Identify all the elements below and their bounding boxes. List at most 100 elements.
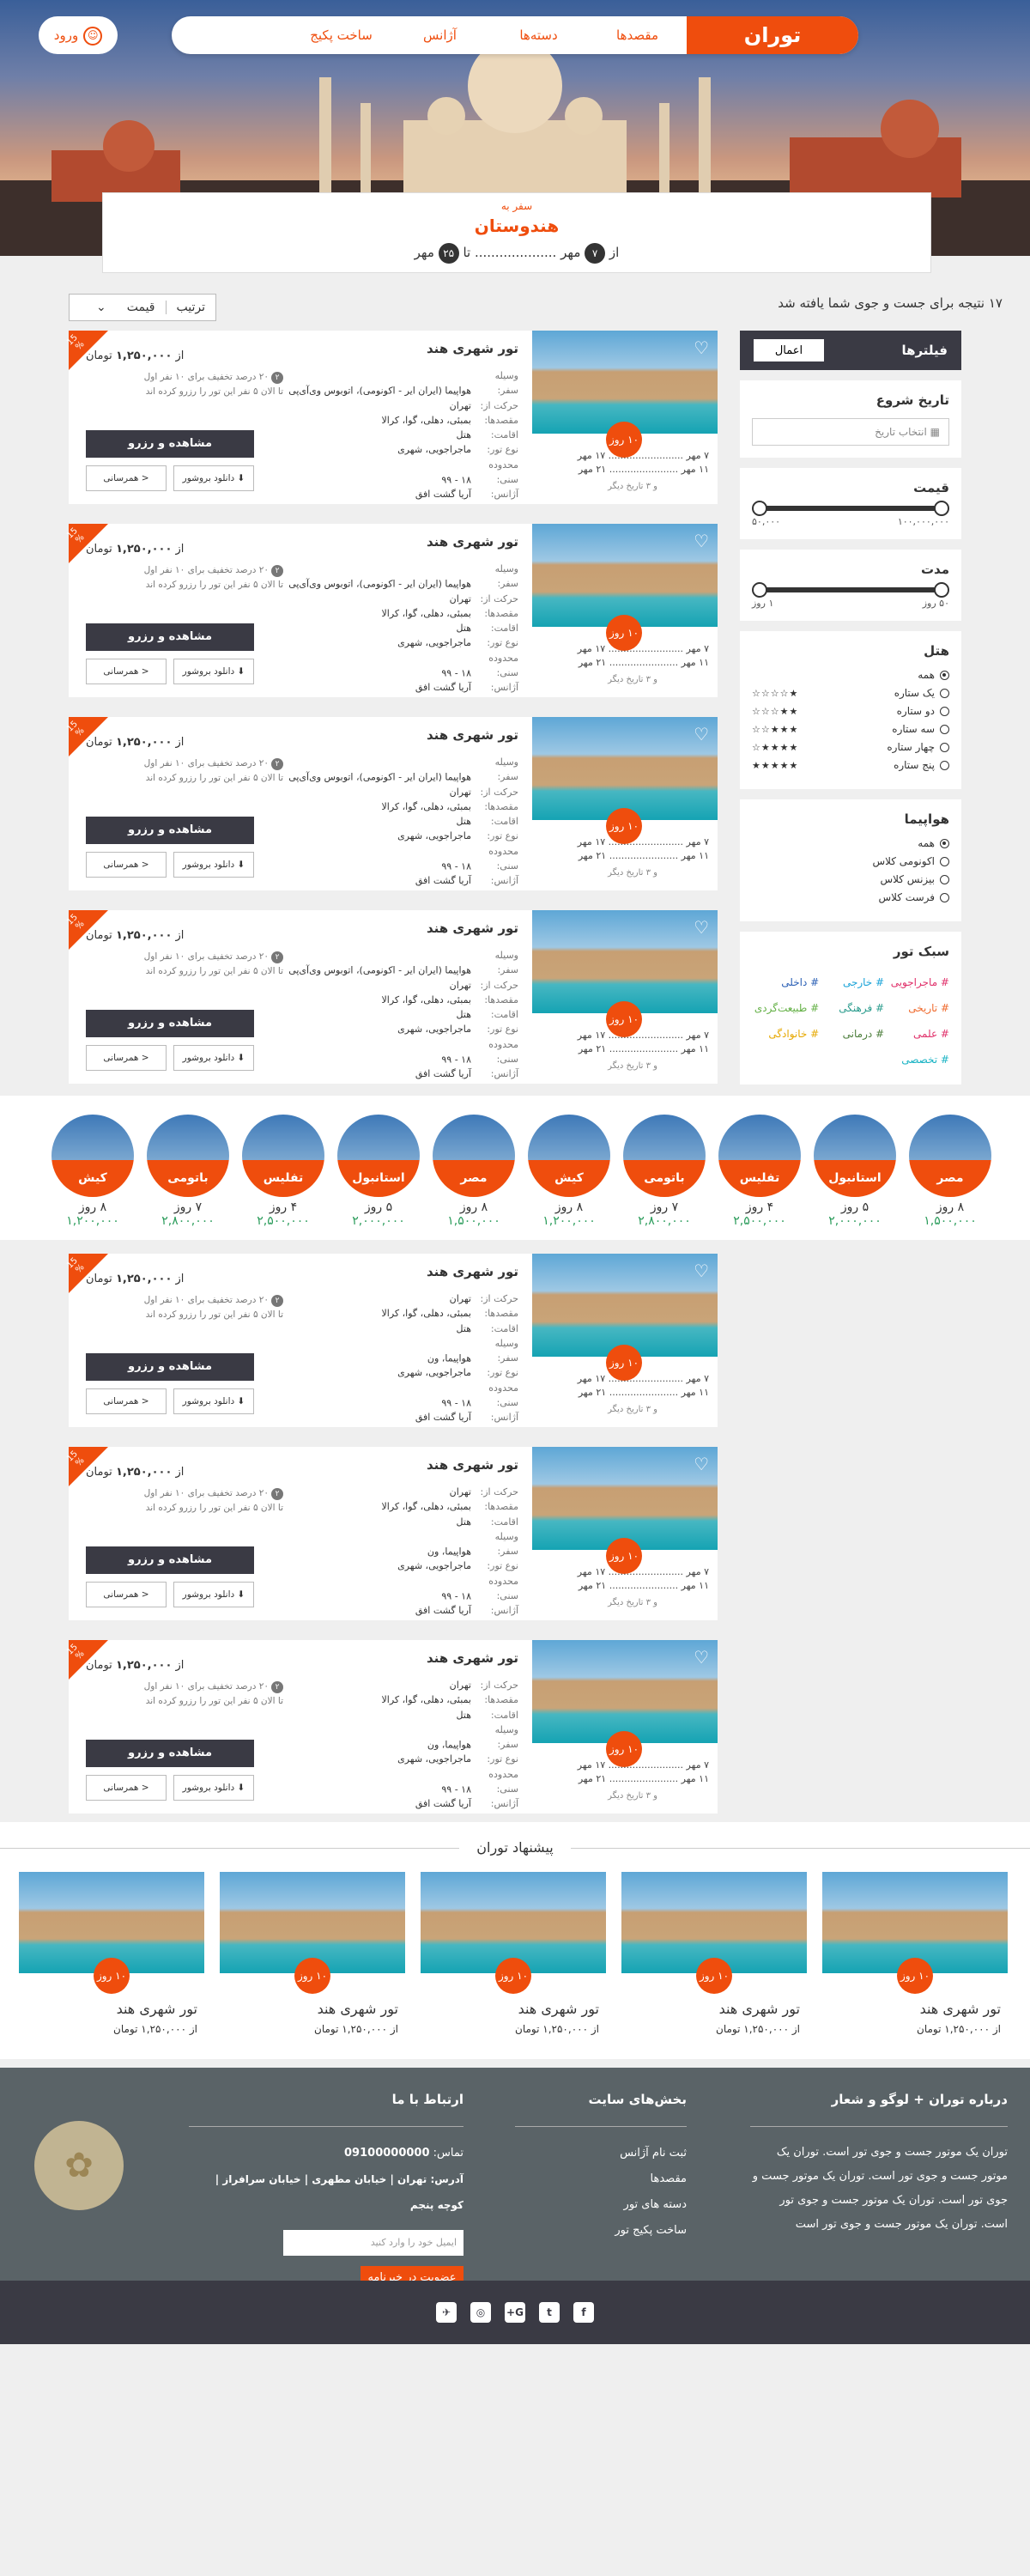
footer-link[interactable]: مقصدها [515, 2166, 687, 2192]
heart-icon[interactable]: ♡ [694, 724, 709, 744]
heart-icon[interactable]: ♡ [694, 531, 709, 551]
reserve-button[interactable]: مشاهده و رزرو [86, 430, 254, 458]
tour-title[interactable]: تور شهری هند [427, 534, 518, 550]
destination-card[interactable]: مصر ۸ روز ۱,۵۰۰,۰۰۰ [909, 1115, 991, 1228]
hotel-option[interactable]: دو ستاره ★★☆☆☆ [752, 705, 949, 717]
nav-item-categories[interactable]: دسته‌ها [489, 16, 588, 54]
reserve-button[interactable]: مشاهده و رزرو [86, 1353, 254, 1381]
login-button[interactable]: ☺ورود [39, 16, 118, 54]
tour-title[interactable]: تور شهری هند [427, 1264, 518, 1279]
share-button[interactable]: < همرسانی [86, 465, 167, 491]
destination-card[interactable]: تفلیس ۴ روز ۲,۵۰۰,۰۰۰ [718, 1115, 801, 1228]
suggested-tour-card[interactable]: ۱۰ روز تور شهری هند از ۱,۲۵۰,۰۰۰ تومان [19, 1872, 204, 2035]
more-dates[interactable]: و ۳ تاریخ دیگر [608, 1405, 657, 1414]
telegram-icon[interactable]: ✈ [436, 2302, 457, 2323]
share-button[interactable]: < همرسانی [86, 1045, 167, 1071]
reserve-button[interactable]: مشاهده و رزرو [86, 623, 254, 651]
style-tag[interactable]: # خانوادگی [754, 1028, 819, 1040]
tour-title[interactable]: تور شهری هند [427, 341, 518, 356]
duration-slider[interactable] [752, 582, 949, 598]
destination-card[interactable]: باتومی ۷ روز ۲,۸۰۰,۰۰۰ [147, 1115, 229, 1228]
airline-option[interactable]: فرست کلاس [752, 891, 949, 903]
more-dates[interactable]: و ۳ تاریخ دیگر [608, 1598, 657, 1607]
footer-link[interactable]: ساخت پکیج تور [515, 2218, 687, 2244]
hotel-option[interactable]: یک ستاره ★☆☆☆☆ [752, 687, 949, 699]
suggested-tour-card[interactable]: ۱۰ روز تور شهری هند از ۱,۲۵۰,۰۰۰ تومان [822, 1872, 1008, 2035]
download-brochure-button[interactable]: ⬇ دانلود بروشور [173, 465, 254, 491]
tour-image[interactable]: ♡ [532, 1254, 718, 1357]
tour-image[interactable]: ♡ [532, 331, 718, 434]
reserve-button[interactable]: مشاهده و رزرو [86, 817, 254, 844]
more-dates[interactable]: و ۳ تاریخ دیگر [608, 868, 657, 878]
more-dates[interactable]: و ۳ تاریخ دیگر [608, 1061, 657, 1071]
style-tag[interactable]: # علمی [884, 1028, 949, 1040]
tour-image[interactable]: ♡ [532, 524, 718, 627]
heart-icon[interactable]: ♡ [694, 1454, 709, 1474]
heart-icon[interactable]: ♡ [694, 1261, 709, 1281]
style-tag[interactable]: # خارجی [819, 976, 884, 988]
slider-handle[interactable] [752, 582, 767, 598]
heart-icon[interactable]: ♡ [694, 1647, 709, 1668]
instagram-icon[interactable]: ◎ [470, 2302, 491, 2323]
brand-logo[interactable]: توران [687, 16, 858, 54]
destination-card[interactable]: استانبول ۵ روز ۲,۰۰۰,۰۰۰ [337, 1115, 420, 1228]
more-dates[interactable]: و ۳ تاریخ دیگر [608, 1791, 657, 1801]
hotel-option[interactable]: سه ستاره ★★★☆☆ [752, 723, 949, 735]
style-tag[interactable]: # تخصصی [884, 1054, 949, 1066]
twitter-icon[interactable]: t [539, 2302, 560, 2323]
style-tag[interactable]: # فرهنگی [819, 1002, 884, 1014]
apply-filters-button[interactable]: اعمال [754, 339, 824, 361]
destination-card[interactable]: کیش ۸ روز ۱,۲۰۰,۰۰۰ [528, 1115, 610, 1228]
price-slider[interactable] [752, 501, 949, 516]
slider-handle[interactable] [934, 501, 949, 516]
sort-select[interactable]: ترتیب قیمت ⌄ [69, 294, 216, 321]
style-tag[interactable]: # درمانی [819, 1028, 884, 1040]
destination-card[interactable]: کیش ۸ روز ۱,۲۰۰,۰۰۰ [52, 1115, 134, 1228]
style-tag[interactable]: # ماجراجویی [884, 976, 949, 988]
tour-image[interactable]: ♡ [532, 1640, 718, 1743]
destination-card[interactable]: استانبول ۵ روز ۲,۰۰۰,۰۰۰ [814, 1115, 896, 1228]
tour-title[interactable]: تور شهری هند [427, 1650, 518, 1666]
share-button[interactable]: < همرسانی [86, 1582, 167, 1607]
download-brochure-button[interactable]: ⬇ دانلود بروشور [173, 1775, 254, 1801]
download-brochure-button[interactable]: ⬇ دانلود بروشور [173, 659, 254, 684]
download-brochure-button[interactable]: ⬇ دانلود بروشور [173, 1582, 254, 1607]
airline-option[interactable]: همه [752, 837, 949, 849]
suggested-tour-card[interactable]: ۱۰ روز تور شهری هند از ۱,۲۵۰,۰۰۰ تومان [421, 1872, 606, 2035]
nav-item-destinations[interactable]: مقصدها [588, 16, 687, 54]
download-brochure-button[interactable]: ⬇ دانلود بروشور [173, 1045, 254, 1071]
suggested-tour-card[interactable]: ۱۰ روز تور شهری هند از ۱,۲۵۰,۰۰۰ تومان [220, 1872, 405, 2035]
destination-card[interactable]: تفلیس ۴ روز ۲,۵۰۰,۰۰۰ [242, 1115, 324, 1228]
reserve-button[interactable]: مشاهده و رزرو [86, 1546, 254, 1574]
download-brochure-button[interactable]: ⬇ دانلود بروشور [173, 1388, 254, 1414]
tour-title[interactable]: تور شهری هند [427, 1457, 518, 1473]
tour-title[interactable]: تور شهری هند [427, 920, 518, 936]
more-dates[interactable]: و ۳ تاریخ دیگر [608, 482, 657, 491]
style-tag[interactable]: # طبیعت‌گردی [754, 1002, 819, 1014]
suggested-tour-card[interactable]: ۱۰ روز تور شهری هند از ۱,۲۵۰,۰۰۰ تومان [621, 1872, 807, 2035]
destination-card[interactable]: مصر ۸ روز ۱,۵۰۰,۰۰۰ [433, 1115, 515, 1228]
airline-option[interactable]: بیزنس کلاس [752, 873, 949, 885]
slider-handle[interactable] [752, 501, 767, 516]
airline-option[interactable]: اکونومی کلاس [752, 855, 949, 867]
footer-link[interactable]: دسته های تور [515, 2192, 687, 2218]
slider-handle[interactable] [934, 582, 949, 598]
hotel-option[interactable]: چهار ستاره ★★★★☆ [752, 741, 949, 753]
style-tag[interactable]: # داخلی [754, 976, 819, 988]
facebook-icon[interactable]: f [573, 2302, 594, 2323]
share-button[interactable]: < همرسانی [86, 852, 167, 878]
hotel-option[interactable]: پنج ستاره ★★★★★ [752, 759, 949, 771]
footer-link[interactable]: ثبت نام آژانس [515, 2141, 687, 2166]
tour-image[interactable]: ♡ [532, 910, 718, 1013]
google-plus-icon[interactable]: G+ [505, 2302, 525, 2323]
date-input[interactable]: ▦ انتخاب تاریخ [752, 418, 949, 446]
nav-item-build-package[interactable]: ساخت پکیج [292, 16, 391, 54]
style-tag[interactable]: # تاریخی [884, 1002, 949, 1014]
reserve-button[interactable]: مشاهده و رزرو [86, 1740, 254, 1767]
tour-image[interactable]: ♡ [532, 717, 718, 820]
nav-item-agency[interactable]: آژانس [391, 16, 489, 54]
share-button[interactable]: < همرسانی [86, 1388, 167, 1414]
share-button[interactable]: < همرسانی [86, 659, 167, 684]
email-input[interactable]: ایمیل خود را وارد کنید [283, 2230, 464, 2256]
tour-image[interactable]: ♡ [532, 1447, 718, 1550]
